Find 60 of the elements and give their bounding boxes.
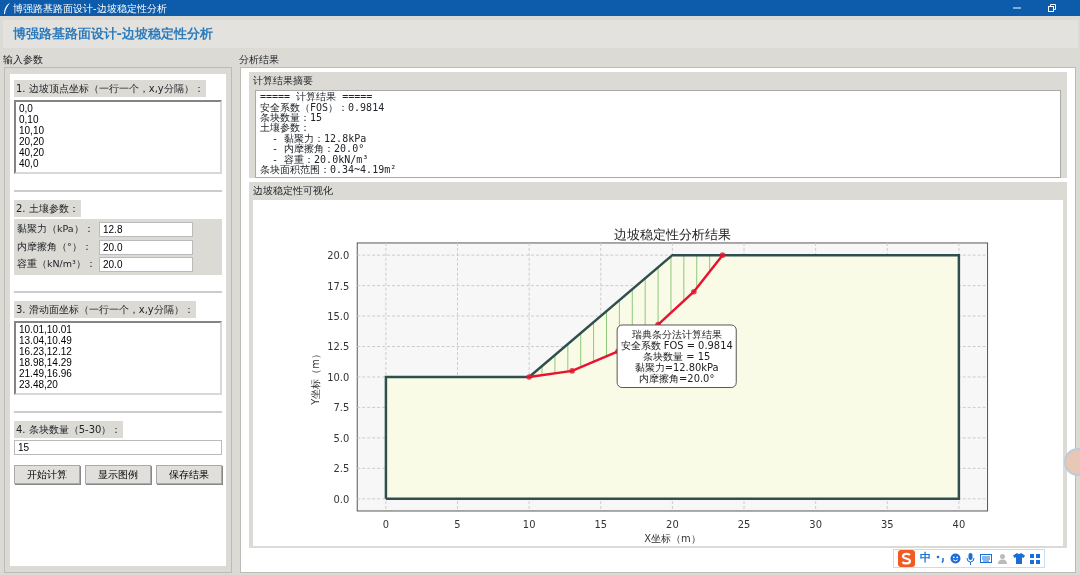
keyboard-icon[interactable] [980,554,992,563]
y-axis-label: Y坐标（m） [309,348,321,405]
group-title: 计算结果摘要 [252,74,314,88]
x-tick-label: 10 [522,518,536,530]
x-tick-label: 35 [880,518,894,530]
section-label: 3. 滑动面坐标（一行一个，x,y分隔）： [14,301,196,318]
annotation-text: 黏聚力=12.80kPa [634,361,719,373]
ime-logo-icon[interactable] [898,550,915,567]
input-field[interactable]: 20.0 [99,239,193,255]
input-field[interactable]: 12.8 [99,222,193,237]
minimize-icon[interactable] [1013,4,1021,12]
section-label: 2. 土壤参数： [14,199,81,217]
panel-title: 分析结果 [237,53,280,67]
y-tick-label: 0.0 [333,493,350,505]
section-label: 1. 边坡顶点坐标（一行一个，x,y分隔）： [14,80,206,97]
action-button[interactable]: 保存结果 [156,465,222,484]
app-heading: 博强路基路面设计-边坡稳定性分析 [12,25,213,44]
x-tick-label: 15 [594,518,608,530]
input-field[interactable]: 20.0 [99,257,193,272]
y-tick-label: 10.0 [327,371,350,383]
coordinates-textarea[interactable]: 10.01,10.01 13.04,10.49 16.23,12.12 18.98,14.29 21.49,16.96 23.48,20 [14,320,222,395]
window-title: 博强路基路面设计-边坡稳定性分析 [13,1,167,16]
x-tick-label: 40 [952,518,966,530]
annotation-text: 内摩擦角=20.0° [639,372,715,384]
y-tick-label: 5.0 [333,432,350,444]
x-tick-label: 30 [809,518,822,530]
summary-text: ===== 计算结果 ===== 安全系数（FOS）：0.9814 条块数量：15 土壤参数： - 黏聚力：12.8kPa - 内摩擦角：20.0° - 容重：20.0kN/m³ 条块面积范围：0.34~4.19m² [255,90,1061,178]
annotation-text: 条块数量 = 15 [643,350,711,362]
x-tick-label: 25 [737,518,751,530]
shirt-icon[interactable] [1013,553,1025,564]
grid-icon[interactable] [1030,553,1040,564]
field-label: 黏聚力（kPa）： [17,222,95,237]
group-title: 边坡稳定性可视化 [252,183,334,198]
y-tick-label: 15.0 [327,310,350,322]
x-tick-label: 0 [382,518,390,530]
y-tick-label: 20.0 [327,249,350,261]
restore-icon[interactable] [1047,4,1056,12]
x-axis-label: X坐标（m） [644,532,701,544]
action-button[interactable]: 开始计算 [14,465,80,484]
x-tick-label: 20 [666,518,679,530]
ime-mode-toggle[interactable]: 中 [920,550,931,567]
field-label: 容重（kN/m³）： [17,257,97,272]
punctuation-icon[interactable] [936,554,945,563]
x-tick-label: 5 [454,518,461,530]
y-tick-label: 2.5 [333,463,350,475]
field-label: 内摩擦角（°）： [17,239,93,254]
coordinates-textarea[interactable]: 0,0 0,10 10,10 20,20 40,20 40,0 [14,99,222,174]
annotation-text: 安全系数 FOS = 0.9814 [620,339,733,351]
chart-title: 边坡稳定性分析结果 [613,226,731,242]
input-field[interactable]: 15 [14,440,222,455]
y-tick-label: 12.5 [327,341,350,353]
microphone-icon[interactable] [966,552,975,565]
action-button[interactable]: 显示图例 [85,465,151,484]
section-label: 4. 条块数量（5-30）： [14,420,124,438]
annotation-text: 瑞典条分法计算结果 [631,328,722,340]
y-tick-label: 7.5 [333,402,350,414]
y-tick-label: 17.5 [327,280,350,292]
emoji-icon[interactable] [950,553,961,564]
panel-title: 输入参数 [1,53,44,67]
feather-icon [2,2,11,14]
